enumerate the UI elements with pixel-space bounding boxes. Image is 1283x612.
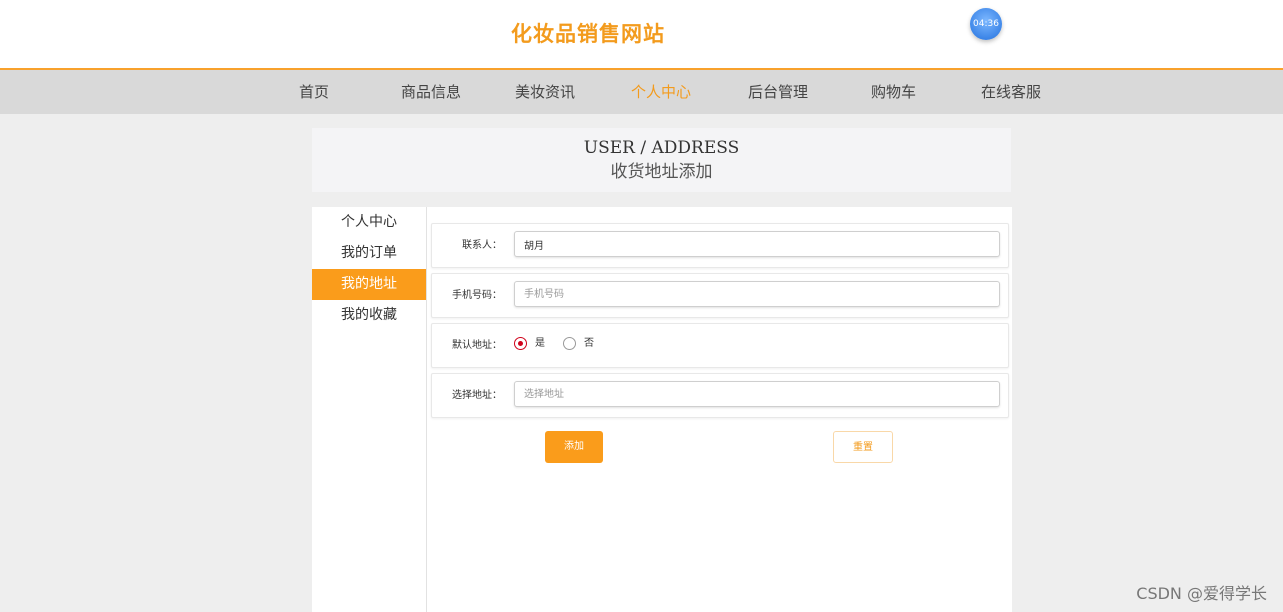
form-row-contact: 联系人： [431, 223, 1009, 268]
nav-item-admin[interactable]: 后台管理 [748, 81, 808, 102]
sidebar-item-my-address[interactable]: 我的地址 [312, 269, 426, 300]
nav-item-beauty-news[interactable]: 美妆资讯 [515, 81, 575, 102]
default-address-label: 默认地址： [452, 340, 502, 351]
nav-item-online-service[interactable]: 在线客服 [981, 81, 1041, 102]
nav-item-home[interactable]: 首页 [299, 81, 329, 102]
contact-label: 联系人： [462, 240, 502, 251]
nav-item-user-center[interactable]: 个人中心 [631, 81, 691, 102]
banner-title-en: USER / ADDRESS [583, 138, 740, 158]
radio-yes[interactable] [514, 337, 527, 350]
reset-button[interactable]: 重置 [833, 431, 893, 463]
banner-title-cn: 收货地址添加 [610, 162, 713, 182]
phone-label: 手机号码： [452, 290, 502, 301]
watermark: CSDN @爱得学长 [1136, 584, 1267, 603]
user-sidebar: 个人中心 我的订单 我的地址 我的收藏 [312, 207, 426, 612]
sidebar-item-my-orders[interactable]: 我的订单 [312, 238, 426, 269]
page-banner: USER / ADDRESS 收货地址添加 [312, 128, 1011, 192]
sidebar-item-user-center[interactable]: 个人中心 [312, 207, 426, 238]
form-row-address: 选择地址： [431, 373, 1009, 418]
nav-item-products[interactable]: 商品信息 [401, 81, 461, 102]
main-nav: 首页 商品信息 美妆资讯 个人中心 后台管理 购物车 在线客服 [0, 70, 1283, 114]
phone-input[interactable] [514, 281, 1000, 307]
contact-input[interactable] [514, 231, 1000, 257]
nav-item-cart[interactable]: 购物车 [871, 81, 916, 102]
address-form-panel: 联系人： 手机号码： 默认地址： 是 否 选择地址： 添加 重置 [426, 207, 1012, 612]
sidebar-item-my-favorites[interactable]: 我的收藏 [312, 300, 426, 331]
address-select-input[interactable] [514, 381, 1000, 407]
form-row-default-address: 默认地址： 是 否 [431, 323, 1009, 368]
address-label: 选择地址： [452, 390, 502, 401]
clock-widget: 04:36 [970, 8, 1002, 40]
radio-no[interactable] [563, 337, 576, 350]
site-header: 化妆品销售网站 04:36 [0, 0, 1283, 70]
radio-yes-label: 是 [535, 338, 545, 349]
add-button[interactable]: 添加 [545, 431, 603, 463]
radio-no-label: 否 [584, 338, 594, 349]
form-row-phone: 手机号码： [431, 273, 1009, 318]
